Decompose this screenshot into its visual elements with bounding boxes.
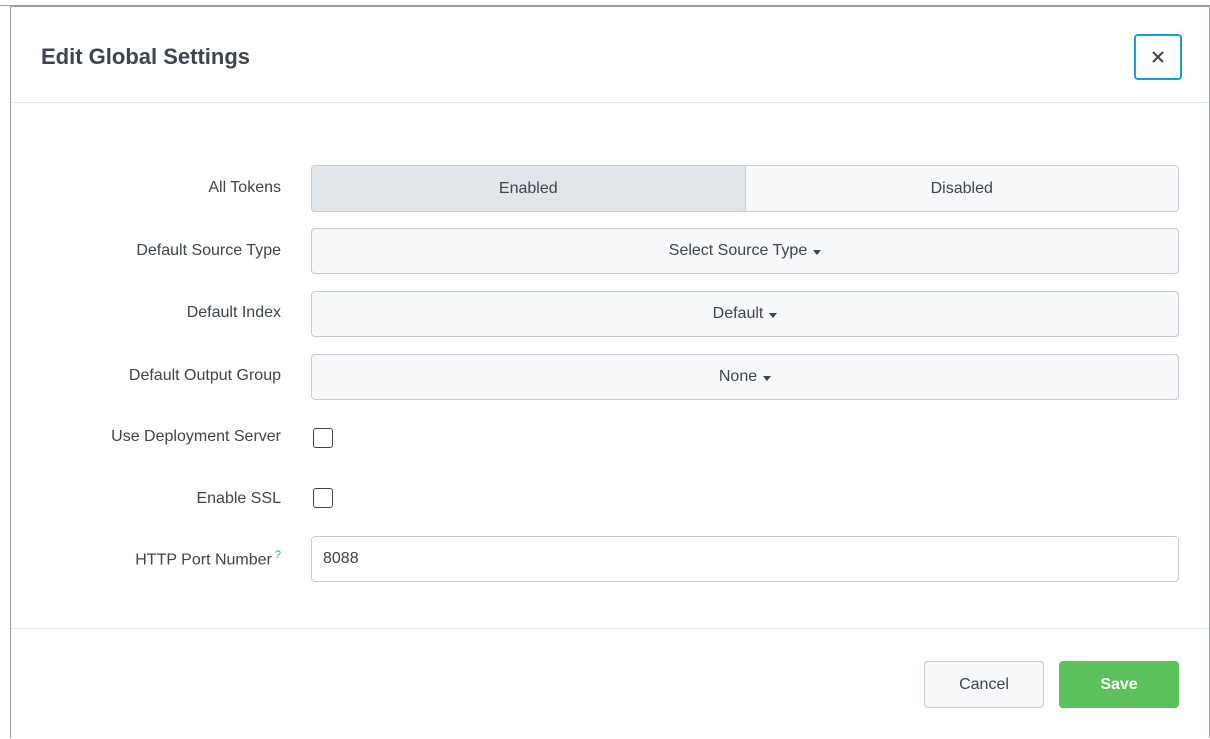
- http-port-input[interactable]: [311, 536, 1179, 582]
- output-group-dropdown[interactable]: None: [311, 354, 1179, 400]
- all-tokens-enabled-option[interactable]: Enabled: [312, 166, 746, 211]
- source-type-value: Select Source Type: [668, 242, 808, 259]
- modal-footer: Cancel Save: [11, 628, 1209, 739]
- chevron-down-icon: [763, 375, 772, 381]
- ssl-checkbox[interactable]: [313, 488, 333, 508]
- http-port-label: HTTP Port Number?: [11, 549, 281, 569]
- edit-global-settings-modal: Edit Global Settings All Tokens Enabled …: [10, 6, 1210, 738]
- all-tokens-toggle: Enabled Disabled: [311, 165, 1179, 212]
- close-button[interactable]: [1134, 34, 1182, 80]
- chevron-down-icon: [813, 249, 822, 255]
- source-type-dropdown[interactable]: Select Source Type: [311, 228, 1179, 274]
- ssl-label: Enable SSL: [196, 490, 281, 507]
- modal-title: Edit Global Settings: [41, 44, 251, 69]
- source-type-label: Default Source Type: [136, 242, 281, 259]
- output-group-value: None: [718, 368, 758, 385]
- close-icon: [1152, 51, 1164, 63]
- deployment-server-checkbox[interactable]: [313, 428, 333, 448]
- deployment-server-label: Use Deployment Server: [111, 428, 281, 445]
- default-index-label: Default Index: [186, 304, 281, 321]
- chevron-down-icon: [769, 312, 778, 318]
- all-tokens-label: All Tokens: [208, 179, 281, 196]
- output-group-label: Default Output Group: [128, 367, 281, 384]
- modal-header: Edit Global Settings: [11, 7, 1209, 103]
- http-port-label-text: HTTP Port Number: [135, 551, 272, 569]
- save-button[interactable]: Save: [1059, 661, 1179, 708]
- help-icon[interactable]: ?: [275, 549, 281, 561]
- all-tokens-disabled-option[interactable]: Disabled: [745, 166, 1178, 211]
- default-index-dropdown[interactable]: Default: [311, 291, 1179, 337]
- cancel-button[interactable]: Cancel: [924, 661, 1044, 708]
- default-index-value: Default: [712, 305, 764, 322]
